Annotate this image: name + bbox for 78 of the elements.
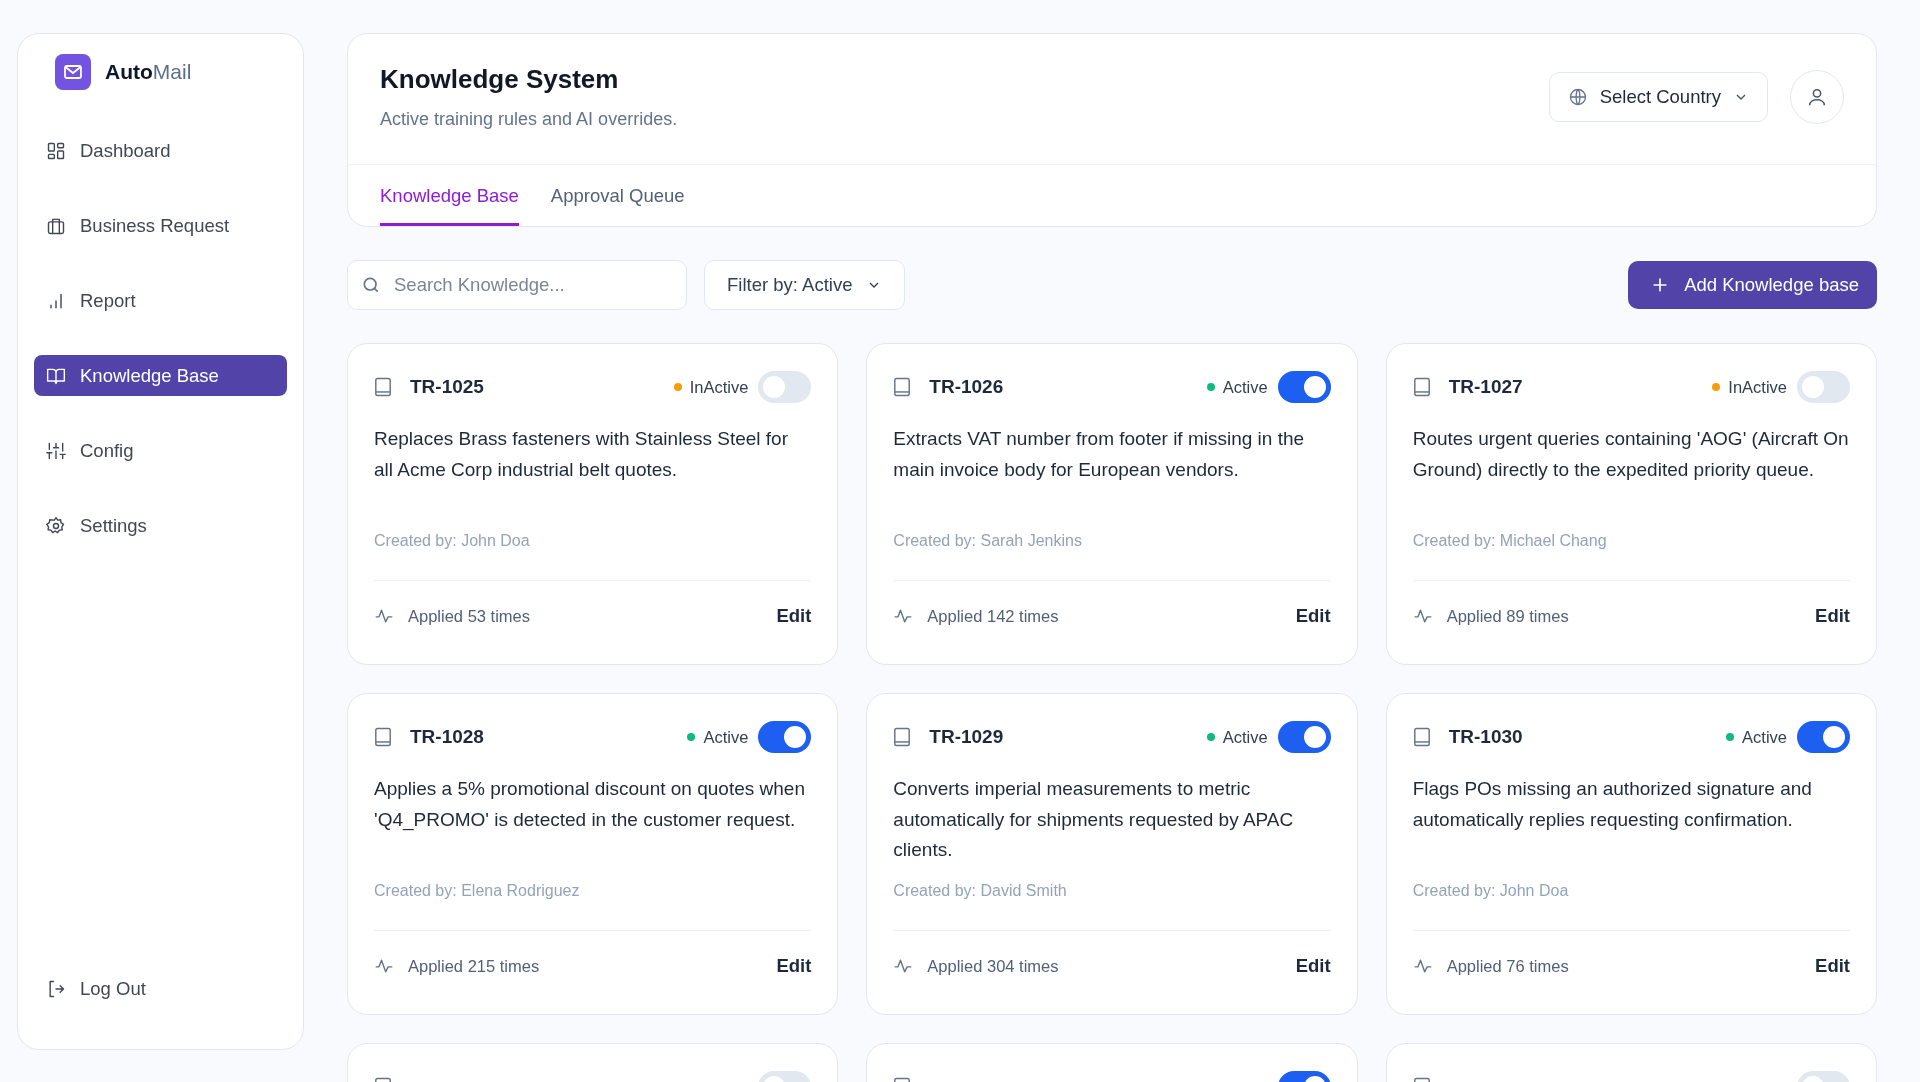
rule-description: Extracts VAT number from footer if missing in the main invoice body for European vendors. bbox=[893, 427, 1306, 482]
status-label: InActive bbox=[689, 377, 749, 397]
book-icon bbox=[1412, 727, 1431, 747]
search-field[interactable]: Search Knowledge... bbox=[347, 260, 687, 310]
activity-icon bbox=[1412, 956, 1433, 976]
edit-button[interactable]: Edit bbox=[776, 605, 812, 627]
applied-count: Applied 215 times bbox=[408, 956, 540, 976]
rule-id: TR-1026 bbox=[929, 376, 1004, 398]
logout-icon bbox=[46, 978, 66, 999]
sidebar-item[interactable]: Config bbox=[34, 430, 287, 471]
created-by: Created by: Elena Rodriguez bbox=[374, 882, 812, 931]
rule-id: TR-1028 bbox=[410, 726, 484, 748]
edit-button[interactable]: Edit bbox=[1295, 955, 1331, 977]
activity-icon bbox=[374, 956, 394, 976]
rule-id: TR-1030 bbox=[1448, 726, 1523, 748]
brand-name: AutoMail bbox=[105, 60, 192, 84]
rule-id: TR-1025 bbox=[410, 376, 484, 398]
applied-count: Applied 304 times bbox=[927, 956, 1059, 976]
status-label: Active bbox=[1742, 727, 1787, 747]
applied-count: Applied 76 times bbox=[1446, 956, 1569, 976]
edit-button[interactable]: Edit bbox=[1295, 605, 1331, 627]
country-select[interactable]: Select Country bbox=[1548, 72, 1768, 122]
rule-description: Routes urgent queries containing 'AOG' (Aircraft On Ground) directly to the expedited priority queue. bbox=[1412, 427, 1850, 482]
page-title: Knowledge System bbox=[380, 64, 620, 95]
status-label: Active bbox=[1222, 727, 1268, 747]
toggle-switch[interactable] bbox=[758, 721, 812, 753]
edit-button[interactable]: Edit bbox=[776, 955, 812, 977]
rule-description: Flags POs missing an authorized signature and automatically replies requesting confirmation. bbox=[1412, 777, 1813, 832]
sidebar-item[interactable]: Settings bbox=[34, 505, 287, 546]
edit-button[interactable]: Edit bbox=[1815, 605, 1850, 627]
activity-icon bbox=[1412, 606, 1433, 626]
tab[interactable]: Approval Queue bbox=[550, 165, 685, 226]
rule-description: Applies a 5% promotional discount on quotes when 'Q4_PROMO' is detected in the customer request. bbox=[374, 777, 806, 833]
book-icon bbox=[893, 727, 912, 747]
sidebar-item[interactable]: Knowledge Base bbox=[34, 355, 287, 396]
applied-count: Applied 142 times bbox=[927, 606, 1059, 626]
toggle-switch[interactable] bbox=[1797, 371, 1850, 403]
rule-id: TR-1029 bbox=[929, 726, 1004, 748]
rule-id: TR-1027 bbox=[1448, 376, 1523, 398]
edit-button[interactable]: Edit bbox=[1815, 955, 1850, 977]
activity-icon bbox=[374, 606, 394, 626]
book-icon bbox=[1412, 377, 1431, 397]
applied-count: Applied 53 times bbox=[408, 606, 530, 626]
user-icon bbox=[1806, 86, 1828, 108]
mail-logo-icon bbox=[55, 54, 91, 90]
status-label: InActive bbox=[1728, 377, 1787, 397]
user-avatar-button[interactable] bbox=[1790, 70, 1844, 124]
activity-icon bbox=[893, 956, 914, 976]
toggle-switch[interactable] bbox=[1797, 721, 1850, 753]
sliders-icon bbox=[46, 440, 66, 461]
book-icon bbox=[374, 727, 392, 747]
settings-icon bbox=[46, 515, 66, 536]
grid-icon bbox=[46, 140, 66, 161]
filter-dropdown[interactable]: Filter by: Active bbox=[704, 260, 906, 310]
status-label: Active bbox=[703, 727, 749, 747]
toggle-switch[interactable] bbox=[758, 371, 812, 403]
book-icon bbox=[893, 377, 912, 397]
sidebar-item[interactable]: Dashboard bbox=[34, 130, 287, 171]
applied-count: Applied 89 times bbox=[1446, 606, 1569, 626]
created-by: Created by: John Doa bbox=[1412, 882, 1850, 931]
status-label: Active bbox=[1222, 377, 1268, 397]
rule-description: Replaces Brass fasteners with Stainless Steel for all Acme Corp industrial belt quotes. bbox=[374, 427, 789, 482]
created-by: Created by: Michael Chang bbox=[1412, 532, 1850, 581]
add-knowledge-button[interactable]: Add Knowledge base bbox=[1628, 261, 1877, 309]
toggle-switch[interactable] bbox=[1277, 721, 1331, 753]
tab[interactable]: Knowledge Base bbox=[380, 165, 519, 226]
created-by: Created by: Sarah Jenkins bbox=[893, 532, 1331, 581]
page-subtitle: Active training rules and AI overrides. bbox=[380, 109, 678, 130]
toggle-switch[interactable] bbox=[1277, 371, 1331, 403]
rule-description: Converts imperial measurements to metric automatically for shipments requested by APAC clients. bbox=[893, 777, 1295, 862]
sidebar-item[interactable]: Report bbox=[34, 280, 287, 321]
created-by: Created by: John Doa bbox=[374, 532, 812, 581]
activity-icon bbox=[893, 606, 914, 626]
book-icon bbox=[374, 377, 392, 397]
logout-button[interactable]: Log Out bbox=[34, 968, 287, 1009]
globe-icon bbox=[1567, 87, 1588, 107]
sidebar-item[interactable]: Business Request bbox=[34, 205, 287, 246]
created-by: Created by: David Smith bbox=[893, 882, 1331, 931]
